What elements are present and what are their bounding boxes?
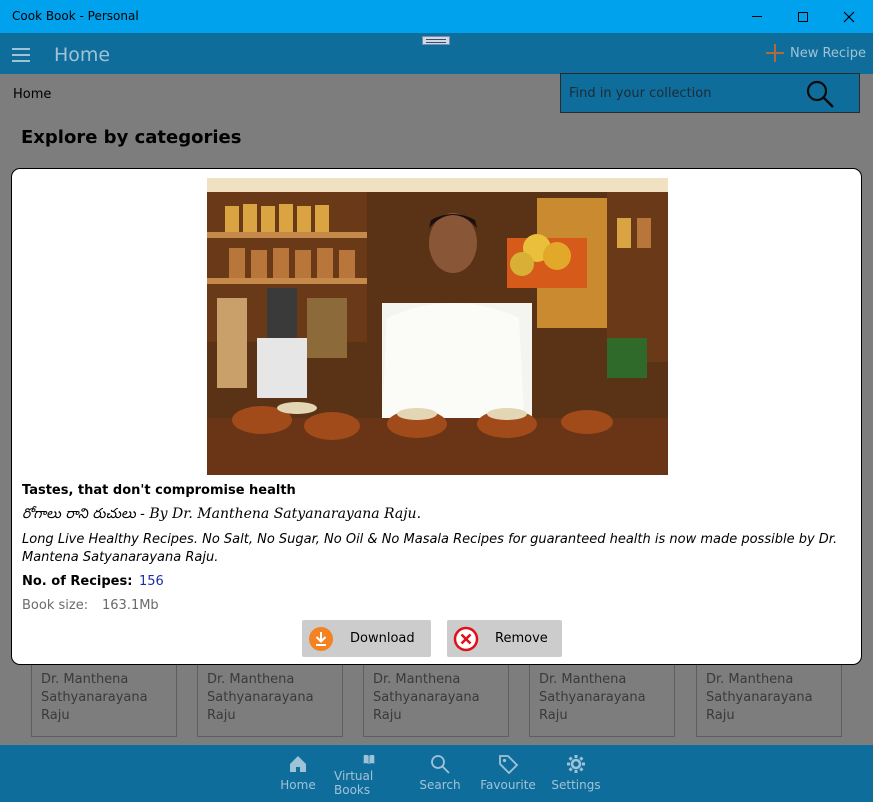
app-header: Home New Recipe Home	[0, 33, 873, 113]
hamburger-menu-icon[interactable]	[12, 48, 30, 62]
book-details-dialog: Tastes, that don't compromise health రోగ…	[11, 168, 862, 665]
minimize-button[interactable]	[734, 0, 780, 33]
new-recipe-label: New Recipe	[790, 45, 866, 61]
book-cover-image	[207, 178, 668, 475]
book-subtitle: రోగాలు రాని రుచులు - By Dr. Manthena Sat…	[22, 506, 422, 522]
book-size-value: 163.1Mb	[102, 598, 159, 613]
category-card[interactable]: Dr. Manthena Sathyanarayana Raju	[363, 664, 509, 737]
book-icon	[363, 754, 375, 765]
section-title: Explore by categories	[21, 127, 242, 148]
nav-home-label: Home	[280, 778, 316, 792]
close-icon	[843, 11, 855, 22]
book-title: Tastes, that don't compromise health	[22, 483, 296, 498]
gear-icon	[567, 755, 585, 773]
search-icon[interactable]	[805, 79, 835, 109]
close-button[interactable]	[826, 0, 872, 33]
nav-virtual-books-label: Virtual Books	[334, 769, 374, 797]
bottom-nav: Home Virtual Books Search Favourite Sett…	[0, 745, 873, 802]
page-title: Home	[54, 44, 111, 66]
category-cards: Dr. Manthena Sathyanarayana Raju Dr. Man…	[31, 664, 851, 738]
breadcrumb[interactable]: Home	[13, 87, 51, 102]
maximize-icon	[798, 11, 808, 22]
nav-virtual-books[interactable]: Virtual Books	[334, 753, 404, 797]
nav-settings-label: Settings	[551, 778, 601, 792]
category-card[interactable]: Dr. Manthena Sathyanarayana Raju	[529, 664, 675, 737]
nav-search-label: Search	[419, 778, 461, 792]
download-button[interactable]: Download	[302, 620, 431, 657]
window-titlebar: Cook Book - Personal	[0, 0, 873, 33]
drag-handle-icon[interactable]	[422, 36, 450, 45]
remove-label: Remove	[495, 631, 548, 646]
search-box	[560, 73, 860, 113]
home-icon	[290, 756, 306, 772]
plus-icon	[766, 44, 784, 62]
recipes-count-value: 156	[139, 574, 164, 589]
category-card[interactable]: Dr. Manthena Sathyanarayana Raju	[696, 664, 842, 737]
maximize-button[interactable]	[780, 0, 826, 33]
search-icon	[431, 755, 450, 774]
nav-favourite[interactable]: Favourite	[480, 753, 536, 797]
category-card[interactable]: Dr. Manthena Sathyanarayana Raju	[31, 664, 177, 737]
search-input[interactable]	[569, 82, 789, 104]
nav-settings[interactable]: Settings	[551, 753, 601, 797]
window-title: Cook Book - Personal	[12, 9, 139, 23]
nav-search[interactable]: Search	[419, 753, 461, 797]
download-icon	[309, 626, 333, 651]
recipes-count-label: No. of Recipes:	[22, 574, 133, 589]
nav-home[interactable]: Home	[280, 753, 316, 797]
remove-icon	[453, 626, 479, 651]
new-recipe-button[interactable]: New Recipe	[766, 42, 866, 64]
category-card[interactable]: Dr. Manthena Sathyanarayana Raju	[197, 664, 343, 737]
minimize-icon	[752, 16, 762, 17]
download-label: Download	[350, 631, 415, 646]
tag-icon	[499, 755, 519, 775]
book-size-label: Book size:	[22, 598, 89, 613]
nav-favourite-label: Favourite	[480, 778, 536, 792]
remove-button[interactable]: Remove	[447, 620, 562, 657]
book-description: Long Live Healthy Recipes. No Salt, No S…	[22, 532, 838, 565]
